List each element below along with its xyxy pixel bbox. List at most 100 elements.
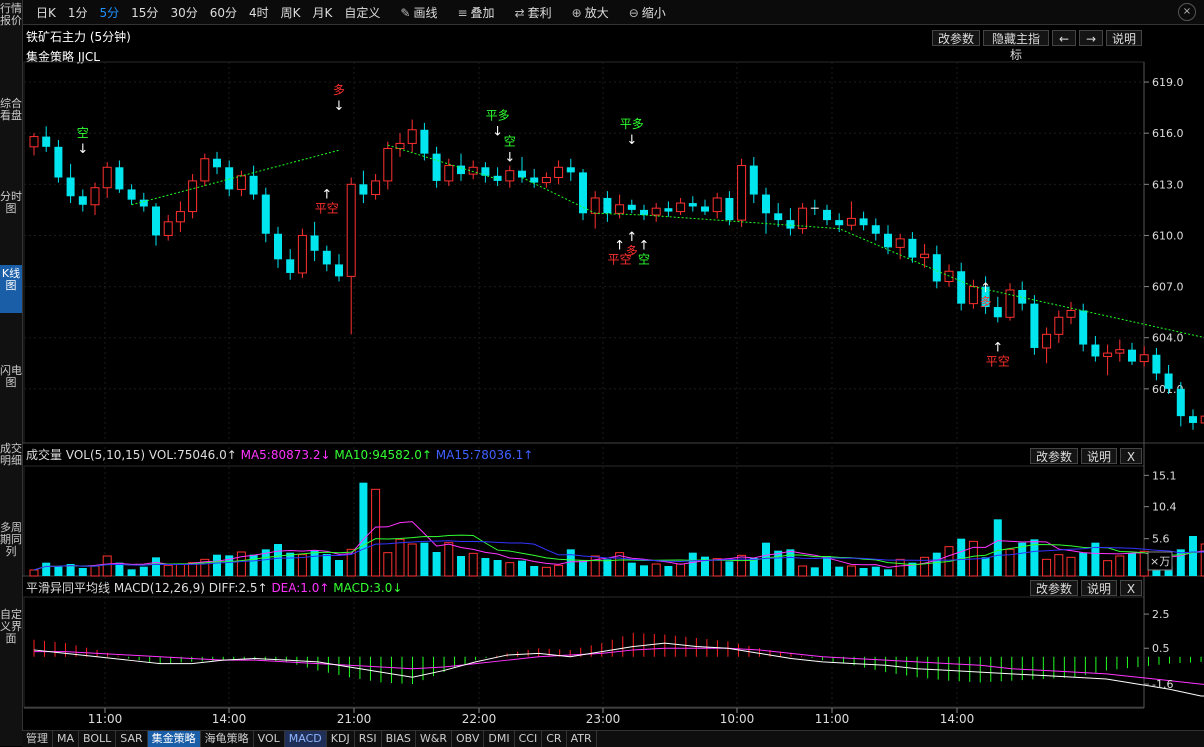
candle-body-up: [407, 129, 417, 144]
candle: [213, 151, 221, 175]
candle: [261, 187, 270, 243]
volume-bar-up: [712, 558, 722, 577]
tab-4[interactable]: 集金策略: [147, 731, 201, 747]
volume-bar-down: [274, 544, 282, 576]
volume-bar-down: [932, 552, 941, 576]
volume-bar-up: [1103, 560, 1113, 577]
candle: [566, 158, 575, 181]
tab-9[interactable]: RSI: [355, 731, 382, 747]
candle: [1005, 283, 1015, 321]
candle-body-down: [932, 254, 941, 282]
candle: [871, 218, 880, 241]
candle-body-up: [651, 207, 661, 216]
tab-11[interactable]: W&R: [416, 731, 452, 747]
volume-bar-down: [335, 560, 343, 576]
indicator-tabs: 管理 MA BOLL SAR 集金策略 海龟策略 VOL MACD KDJ RSI BIAS W&R O…: [22, 730, 1204, 747]
volume-tick-label: 15.1: [1152, 469, 1177, 482]
signal-label: 平多: [486, 109, 510, 123]
volume-bar-up: [1005, 548, 1015, 577]
volume-bar-down: [627, 562, 636, 576]
tab-5[interactable]: 海龟策略: [201, 731, 254, 747]
candle-body-up: [102, 166, 112, 189]
candle: [932, 245, 941, 289]
candle-body-down: [66, 177, 75, 197]
macd-tick-label: -1.6: [1152, 678, 1173, 691]
volume-bar-up: [1042, 558, 1052, 577]
candle: [688, 196, 697, 212]
tab-15[interactable]: CR: [542, 731, 567, 747]
candle: [78, 189, 87, 212]
candle: [627, 199, 636, 214]
macd-histogram: [33, 632, 1202, 685]
tab-7[interactable]: MACD: [284, 731, 327, 747]
candle-body-up: [1005, 289, 1015, 318]
candle: [359, 170, 368, 204]
volume-bar-down: [139, 566, 148, 576]
candle-body-up: [737, 165, 747, 221]
tab-3[interactable]: SAR: [116, 731, 148, 747]
candle: [346, 177, 356, 335]
volume-bar-down: [286, 552, 295, 576]
candle-body-up: [615, 204, 625, 214]
tab-6[interactable]: VOL: [254, 731, 285, 747]
candle-body-down: [871, 225, 880, 234]
candle-body-up: [29, 136, 39, 148]
volume-bar-down: [688, 552, 697, 576]
candle-body-down: [78, 196, 87, 205]
candle-body-down: [835, 220, 844, 226]
candle: [66, 163, 75, 204]
signal-label: 多: [626, 244, 638, 258]
candle: [42, 126, 51, 152]
candle-body-down: [908, 238, 917, 258]
candle-body-down: [127, 189, 136, 200]
tab-1[interactable]: MA: [53, 731, 80, 747]
candle: [468, 160, 478, 180]
candle: [236, 170, 246, 197]
candle-body-down: [530, 177, 539, 183]
time-tick-label: 14:00: [940, 712, 975, 726]
volume-bar-up: [554, 564, 564, 577]
tab-14[interactable]: CCI: [515, 731, 543, 747]
tab-2[interactable]: BOLL: [79, 731, 117, 747]
candle: [835, 213, 844, 233]
arrow-up-icon: ↑: [614, 238, 625, 253]
volume-bar-down: [54, 566, 63, 576]
candle: [90, 182, 100, 215]
candle-body-down: [1018, 290, 1027, 304]
tab-0[interactable]: 管理: [22, 731, 53, 747]
tab-16[interactable]: ATR: [567, 731, 597, 747]
tab-12[interactable]: OBV: [452, 731, 485, 747]
candle-body-up: [1054, 316, 1064, 335]
candle: [286, 249, 295, 280]
strategy-trend-line: [131, 149, 340, 206]
signal-marker: ↑平空: [315, 187, 339, 215]
signal-label: 平多: [620, 117, 644, 131]
candle-body-up: [712, 197, 722, 213]
candle: [786, 208, 795, 236]
volume-bar-down: [249, 554, 258, 576]
signal-marker: ↑多: [626, 230, 638, 258]
tab-8[interactable]: KDJ: [327, 731, 355, 747]
kline-chart[interactable]: 619.0616.0613.0610.0607.0604.0601.0空↓多↓↑…: [0, 0, 1204, 746]
signal-label: 平空: [315, 201, 339, 215]
candle: [712, 192, 722, 219]
candle-body-down: [566, 167, 575, 173]
tab-13[interactable]: DMI: [484, 731, 515, 747]
signal-marker: ↑空: [638, 238, 650, 266]
candle-body-down: [432, 153, 441, 181]
price-tick-label: 607.0: [1152, 281, 1184, 294]
volume-bar-down: [640, 565, 648, 576]
candle: [1115, 339, 1125, 362]
volume-bar-up: [1054, 554, 1064, 577]
candle: [1042, 327, 1052, 364]
volume-bar-down: [957, 538, 966, 576]
candle-body-down: [42, 136, 51, 147]
candle: [762, 187, 770, 234]
candle-body-down: [664, 208, 673, 212]
volume-bar-down: [884, 569, 892, 576]
signal-label: 多: [980, 295, 992, 309]
tab-10[interactable]: BIAS: [382, 731, 416, 747]
candle: [249, 165, 258, 200]
volume-bar-up: [444, 542, 454, 577]
candle-body-up: [798, 207, 808, 230]
